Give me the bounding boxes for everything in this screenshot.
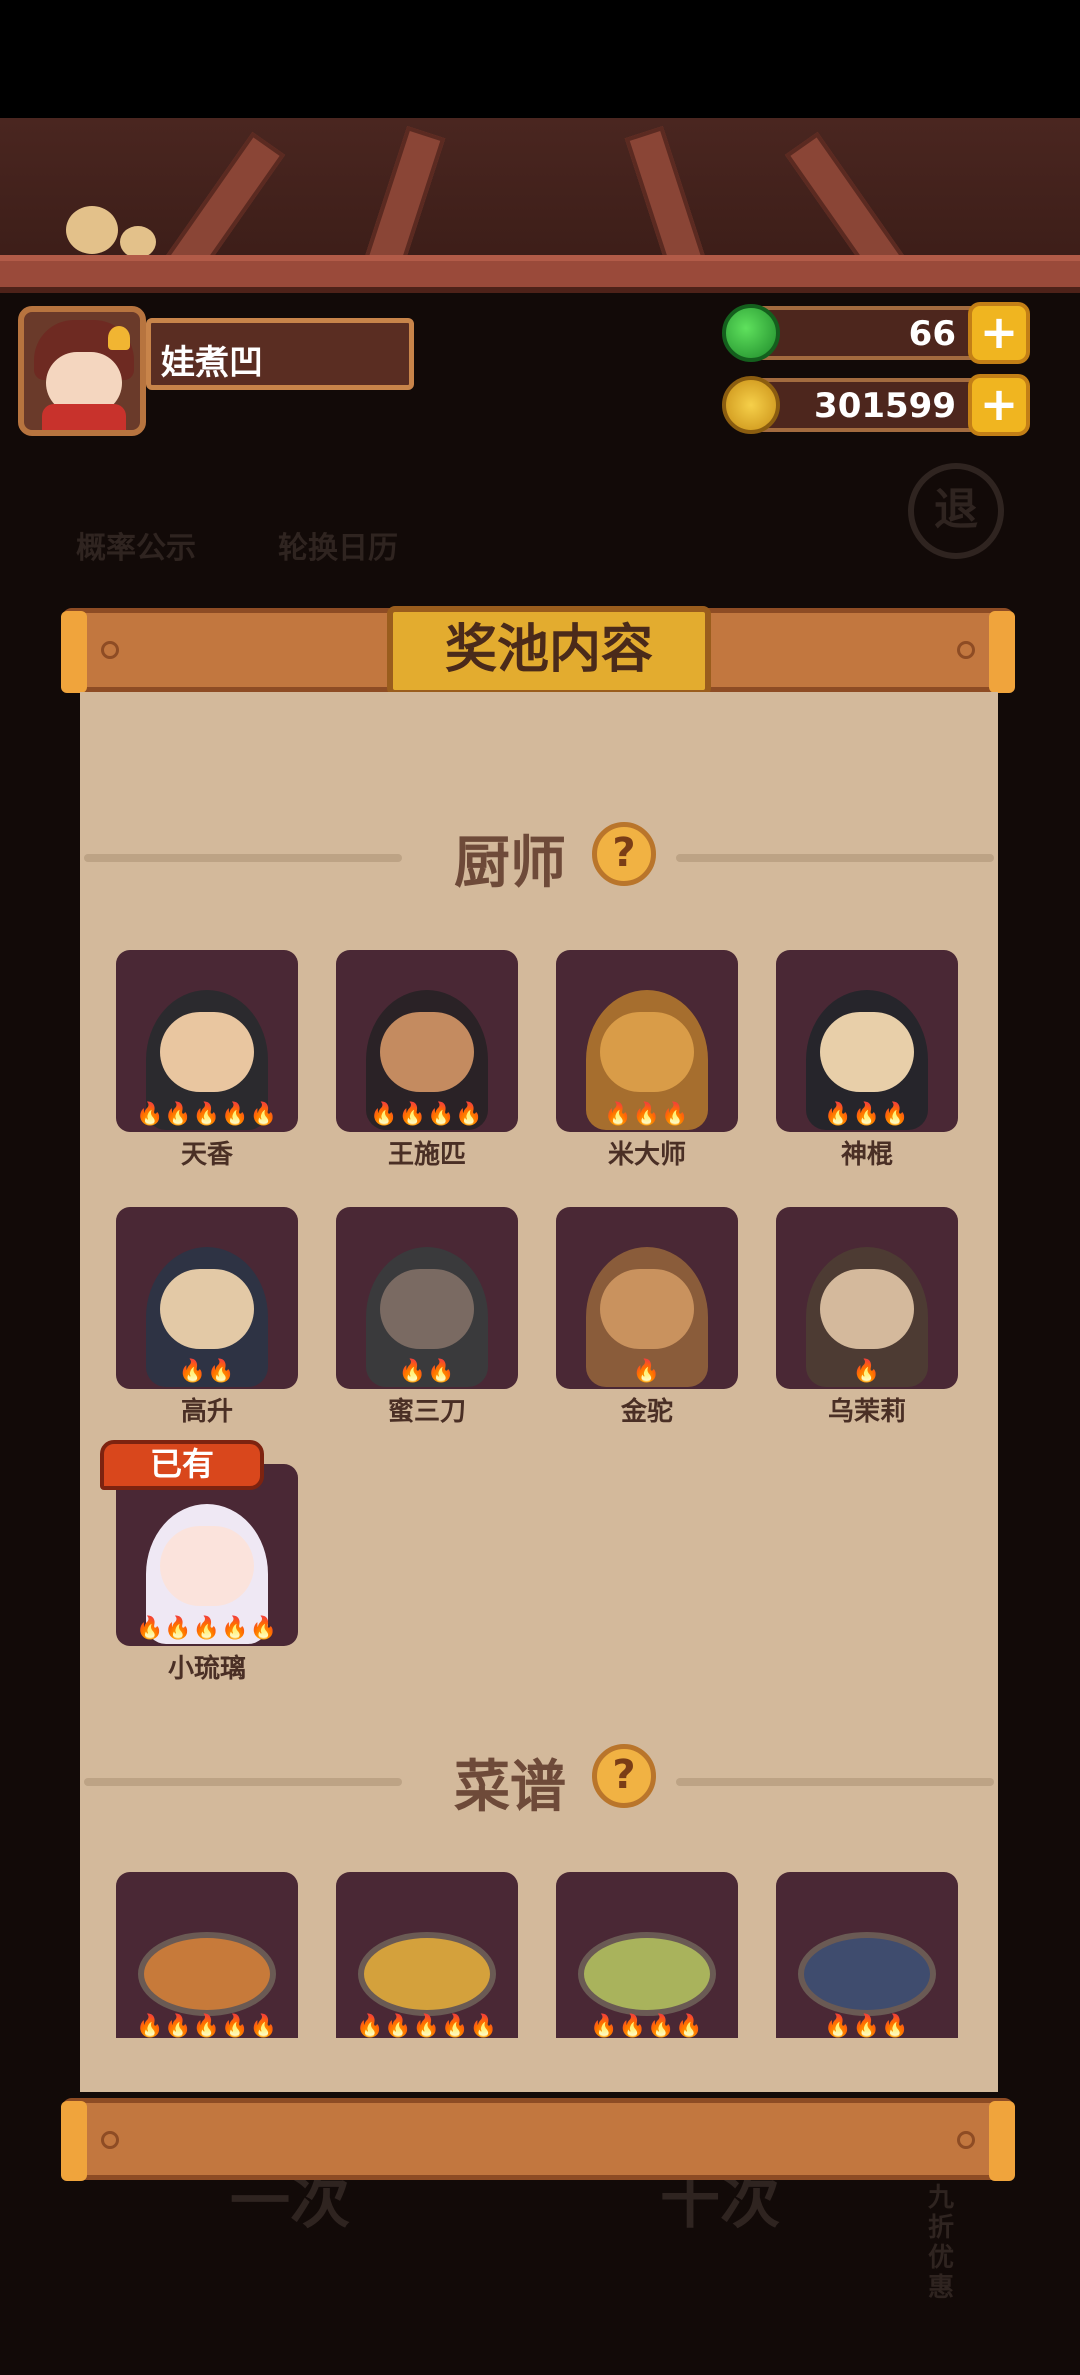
chef-face — [820, 1012, 914, 1092]
status-bar — [0, 0, 1080, 118]
chef-card[interactable]: 🔥 — [556, 1207, 738, 1389]
chef-face — [820, 1269, 914, 1349]
rarity-flames: 🔥🔥🔥🔥🔥 — [136, 2014, 278, 2038]
chef-face — [380, 1012, 474, 1092]
chef-card[interactable]: 🔥 — [776, 1207, 958, 1389]
dish-icon — [578, 1932, 716, 2016]
chef-card[interactable]: 🔥🔥 — [116, 1207, 298, 1389]
exit-button[interactable]: 退 — [908, 463, 1004, 559]
rarity-flames: 🔥🔥🔥 — [824, 2014, 910, 2038]
rarity-flames: 🔥🔥🔥🔥🔥 — [356, 2014, 498, 2038]
chef-card[interactable]: 🔥🔥🔥 — [776, 950, 958, 1132]
chefs-help-button[interactable]: ? — [592, 822, 656, 886]
roof-beam — [0, 255, 1080, 293]
rarity-flames: 🔥🔥🔥🔥🔥 — [136, 1102, 278, 1127]
recipe-card[interactable]: 🔥🔥🔥 — [776, 1872, 958, 2038]
chef-card[interactable]: 🔥🔥🔥 — [556, 950, 738, 1132]
chef-card[interactable]: 🔥🔥🔥🔥🔥 — [116, 1464, 298, 1646]
chef-face — [160, 1012, 254, 1092]
rarity-flames: 🔥🔥 — [398, 1359, 456, 1384]
rarity-flames: 🔥🔥🔥🔥 — [590, 2014, 704, 2038]
jade-icon — [722, 304, 780, 362]
chef-name: 蜜三刀 — [387, 1397, 466, 1427]
discount-label: 九折优惠 — [928, 2183, 955, 2303]
chick-icon — [66, 206, 118, 254]
chef-name: 高升 — [180, 1397, 233, 1427]
player-avatar[interactable] — [18, 306, 146, 436]
player-name: 娃煮凹 — [146, 318, 414, 390]
chef-card[interactable]: 🔥🔥 — [336, 1207, 518, 1389]
chef-name: 乌茉莉 — [827, 1397, 906, 1427]
rarity-flames: 🔥🔥🔥🔥 — [370, 1102, 484, 1127]
rarity-flames: 🔥🔥🔥 — [824, 1102, 910, 1127]
add-jade-button[interactable]: + — [968, 302, 1030, 364]
chef-name: 天香 — [180, 1140, 233, 1170]
game-screen: 概率公示 轮换日历 退 一次 十次 九折优惠 娃煮凹 66 + 301599 +… — [0, 0, 1080, 2375]
chef-card[interactable]: 🔥🔥🔥🔥🔥 — [116, 950, 298, 1132]
chef-name: 小琉璃 — [167, 1654, 246, 1684]
add-coin-button[interactable]: + — [968, 374, 1030, 436]
calendar-button[interactable]: 轮换日历 — [278, 523, 398, 567]
dish-icon — [358, 1932, 496, 2016]
recipes-section-title: 菜谱 — [454, 1755, 566, 1820]
chef-card[interactable]: 🔥🔥🔥🔥 — [336, 950, 518, 1132]
coin-icon — [722, 376, 780, 434]
modal-title: 奖池内容 — [387, 606, 711, 696]
rarity-flames: 🔥🔥 — [178, 1359, 236, 1384]
probability-button[interactable]: 概率公示 — [76, 523, 196, 567]
recipe-card[interactable]: 🔥🔥🔥🔥 — [556, 1872, 738, 2038]
rarity-flames: 🔥🔥🔥 — [604, 1102, 690, 1127]
chick-icon — [120, 226, 156, 258]
dish-icon — [138, 1932, 276, 2016]
recipe-card[interactable]: 🔥🔥🔥🔥🔥 — [336, 1872, 518, 2038]
owned-badge: 已有 — [100, 1440, 264, 1490]
chef-face — [160, 1269, 254, 1349]
modal-footer-board — [61, 2098, 1015, 2181]
chef-face — [600, 1269, 694, 1349]
dish-icon — [798, 1932, 936, 2016]
chef-name: 金驼 — [620, 1397, 673, 1427]
rarity-flames: 🔥🔥🔥🔥🔥 — [136, 1616, 278, 1641]
recipe-card[interactable]: 🔥🔥🔥🔥🔥 — [116, 1872, 298, 2038]
rarity-flames: 🔥 — [632, 1359, 662, 1384]
chef-name: 神棍 — [840, 1140, 893, 1170]
chef-face — [380, 1269, 474, 1349]
prize-pool-panel[interactable]: 厨师 ? 🔥🔥🔥🔥🔥 天香 🔥🔥🔥🔥 王施匹 🔥🔥🔥 米大师 🔥🔥🔥 神棍 🔥🔥 高升 🔥🔥 蜜三刀 🔥… — [80, 692, 998, 2092]
chef-face — [600, 1012, 694, 1092]
chef-face — [160, 1526, 254, 1606]
recipes-help-button[interactable]: ? — [592, 1744, 656, 1808]
chef-name: 王施匹 — [387, 1140, 466, 1170]
chefs-section-title: 厨师 — [454, 831, 566, 896]
chef-name: 米大师 — [607, 1140, 686, 1170]
rarity-flames: 🔥 — [852, 1359, 882, 1384]
